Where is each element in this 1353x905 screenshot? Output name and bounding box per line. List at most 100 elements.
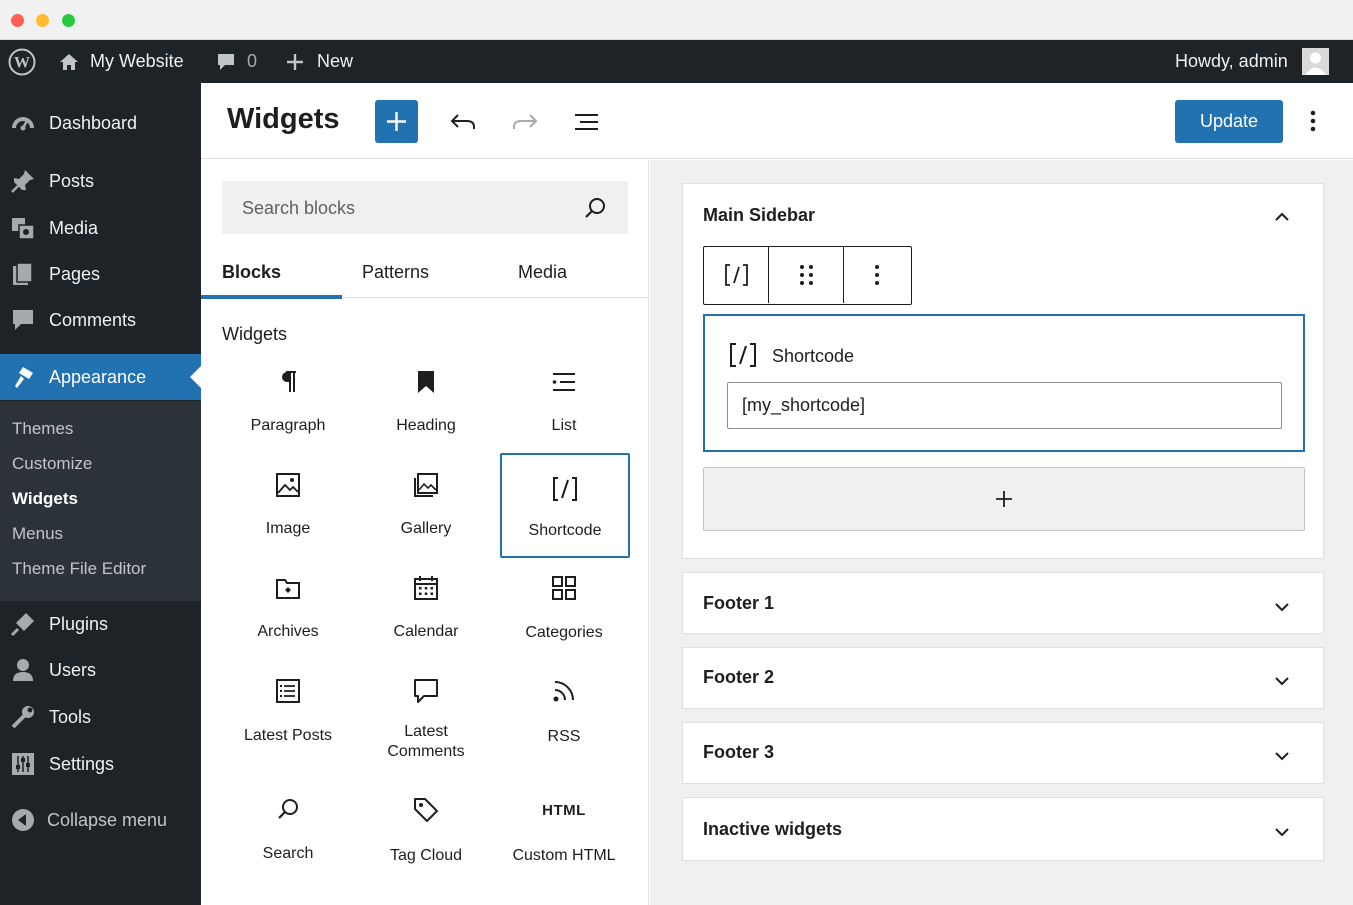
block-rss[interactable]: RSS bbox=[500, 661, 628, 771]
block-toolbar bbox=[703, 246, 912, 305]
block-shortcode[interactable]: Shortcode bbox=[500, 453, 630, 558]
bookmark-icon bbox=[418, 371, 434, 393]
site-name-link[interactable]: My Website bbox=[58, 40, 184, 83]
options-kebab-icon[interactable] bbox=[1301, 105, 1325, 137]
main-sidebar-title[interactable]: Main Sidebar bbox=[703, 205, 815, 226]
wordpress-logo-icon[interactable]: W bbox=[8, 40, 36, 83]
minimize-window-button[interactable] bbox=[36, 14, 49, 27]
menu-item-plugins[interactable]: Plugins bbox=[0, 601, 201, 647]
calendar-icon bbox=[414, 576, 438, 600]
transform-block-button[interactable] bbox=[704, 247, 769, 303]
menu-item-settings[interactable]: Settings bbox=[0, 741, 201, 787]
block-search[interactable]: Search bbox=[224, 780, 352, 883]
block-label-rss: RSS bbox=[547, 728, 581, 745]
tab-blocks[interactable]: Blocks bbox=[201, 246, 342, 299]
rss-icon bbox=[553, 681, 574, 702]
maximize-window-button[interactable] bbox=[62, 14, 75, 27]
update-button[interactable]: Update bbox=[1175, 100, 1283, 143]
tab-media[interactable]: Media bbox=[472, 246, 613, 298]
comments-count: 0 bbox=[247, 51, 258, 71]
block-inserter-toggle[interactable] bbox=[375, 100, 418, 143]
redo-icon[interactable] bbox=[510, 107, 540, 137]
widget-area-footer-3[interactable]: Footer 3 bbox=[682, 722, 1324, 784]
settings-sliders-icon bbox=[12, 753, 34, 775]
close-window-button[interactable] bbox=[11, 14, 24, 27]
submenu-menus[interactable]: Menus bbox=[12, 524, 63, 544]
list-view-icon[interactable] bbox=[572, 107, 602, 137]
chevron-down-icon[interactable] bbox=[1271, 821, 1293, 843]
block-archives[interactable]: Archives bbox=[224, 558, 352, 661]
shortcode-icon bbox=[553, 477, 577, 501]
widget-area-main-sidebar: Main Sidebar Shortcode [my_shortcode] bbox=[682, 183, 1324, 559]
block-calendar[interactable]: Calendar bbox=[362, 558, 490, 661]
list-icon bbox=[552, 373, 575, 391]
archive-folder-icon bbox=[276, 579, 300, 599]
block-label-gallery: Gallery bbox=[400, 520, 452, 537]
block-latest-comments[interactable]: Latest Comments bbox=[362, 661, 490, 771]
block-latest-posts[interactable]: Latest Posts bbox=[224, 661, 352, 771]
menu-item-users[interactable]: Users bbox=[0, 647, 201, 693]
menu-item-comments[interactable]: Comments bbox=[0, 297, 201, 343]
block-categories[interactable]: Categories bbox=[500, 558, 628, 661]
media-icon bbox=[12, 218, 35, 240]
categories-grid-icon bbox=[552, 576, 576, 600]
menu-label-media: Media bbox=[49, 217, 99, 238]
undo-icon[interactable] bbox=[448, 107, 478, 137]
inserter-tabs: Blocks Patterns Media bbox=[201, 246, 649, 299]
shortcode-icon bbox=[725, 264, 748, 286]
site-name: My Website bbox=[90, 51, 184, 71]
widget-area-footer-1[interactable]: Footer 1 bbox=[682, 572, 1324, 634]
block-custom-html[interactable]: HTML Custom HTML bbox=[500, 780, 628, 883]
collapse-menu-label: Collapse menu bbox=[47, 809, 168, 830]
block-gallery[interactable]: Gallery bbox=[362, 455, 490, 558]
widget-area-footer-2[interactable]: Footer 2 bbox=[682, 647, 1324, 709]
menu-item-posts[interactable]: Posts bbox=[0, 158, 201, 204]
chevron-down-icon[interactable] bbox=[1271, 745, 1293, 767]
block-label-calendar: Calendar bbox=[393, 623, 459, 640]
shortcode-text-field[interactable]: [my_shortcode] bbox=[727, 382, 1282, 429]
block-options-button[interactable] bbox=[844, 247, 910, 303]
chevron-up-icon[interactable] bbox=[1271, 206, 1293, 228]
latest-posts-icon bbox=[276, 679, 300, 703]
chevron-down-icon[interactable] bbox=[1271, 596, 1293, 618]
menu-item-pages[interactable]: Pages bbox=[0, 251, 201, 297]
block-heading[interactable]: Heading bbox=[362, 352, 490, 455]
block-tag-cloud[interactable]: Tag Cloud bbox=[362, 780, 490, 883]
block-image[interactable]: Image bbox=[224, 455, 352, 558]
block-paragraph[interactable]: Paragraph bbox=[224, 352, 352, 455]
shortcode-block-label: Shortcode bbox=[772, 346, 855, 366]
submenu-customize[interactable]: Customize bbox=[12, 454, 92, 474]
widgets-category-title: Widgets bbox=[222, 324, 288, 344]
search-icon bbox=[585, 198, 605, 218]
dashboard-icon bbox=[12, 117, 34, 131]
paragraph-icon bbox=[282, 371, 296, 392]
submenu-themes[interactable]: Themes bbox=[12, 419, 73, 439]
menu-item-media[interactable]: Media bbox=[0, 205, 201, 251]
widget-area-inactive[interactable]: Inactive widgets bbox=[682, 797, 1324, 861]
menu-label-dashboard: Dashboard bbox=[49, 112, 138, 133]
new-content-link[interactable]: New bbox=[285, 40, 353, 83]
tab-patterns[interactable]: Patterns bbox=[325, 246, 466, 298]
submenu-widgets[interactable]: Widgets bbox=[12, 489, 78, 509]
shortcode-block[interactable]: Shortcode [my_shortcode] bbox=[703, 314, 1305, 452]
menu-item-tools[interactable]: Tools bbox=[0, 694, 201, 740]
chevron-down-icon[interactable] bbox=[1271, 670, 1293, 692]
home-icon bbox=[58, 51, 80, 73]
block-label-archives: Archives bbox=[257, 623, 319, 640]
menu-label-users: Users bbox=[49, 659, 97, 680]
account-menu[interactable]: Howdy, admin bbox=[1175, 40, 1329, 83]
submenu-theme-file-editor[interactable]: Theme File Editor bbox=[12, 559, 146, 579]
add-block-button[interactable] bbox=[703, 467, 1305, 531]
wrench-icon bbox=[11, 706, 34, 729]
block-label-image: Image bbox=[265, 520, 311, 537]
search-blocks-input[interactable]: Search blocks bbox=[222, 181, 628, 234]
block-list[interactable]: List bbox=[500, 352, 628, 455]
drag-handle-button[interactable] bbox=[769, 247, 844, 303]
collapse-menu-button[interactable]: Collapse menu bbox=[0, 797, 201, 843]
comments-link[interactable]: 0 bbox=[215, 40, 257, 83]
menu-item-appearance[interactable]: Appearance bbox=[0, 354, 201, 400]
menu-item-dashboard[interactable]: Dashboard bbox=[0, 100, 201, 146]
block-label-shortcode: Shortcode bbox=[528, 522, 602, 539]
widget-areas-canvas: Main Sidebar Shortcode [my_shortcode] Fo… bbox=[650, 160, 1353, 905]
comments-icon bbox=[13, 310, 33, 330]
